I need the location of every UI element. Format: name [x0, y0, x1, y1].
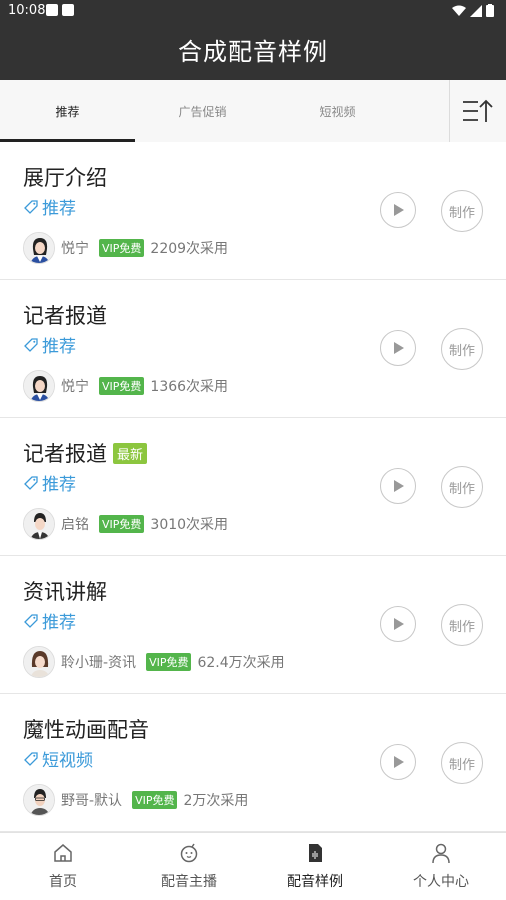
vip-badge: VIP免费: [99, 515, 145, 533]
item-meta: 悦宁 VIP免费 1366次采用: [23, 370, 228, 402]
item-title: 记者报道: [23, 304, 107, 328]
play-button[interactable]: [380, 330, 416, 366]
page-title: 合成配音样例: [178, 38, 328, 66]
play-icon: [394, 342, 404, 354]
tab-ad-promotion[interactable]: 广告促销: [135, 80, 270, 142]
tag-icon: [24, 613, 38, 628]
usage-count: 62.4万次采用: [197, 655, 285, 671]
nav-profile[interactable]: 个人中心: [378, 833, 504, 900]
nav-home[interactable]: 首页: [0, 833, 126, 900]
nav-profile-label: 个人中心: [413, 874, 469, 890]
category-tabs: 推荐 广告促销 短视频: [0, 80, 506, 142]
tag-icon: [24, 199, 38, 214]
item-title: 资讯讲解: [23, 580, 107, 604]
status-bar: 10:08: [0, 0, 506, 22]
item-meta: 野哥-默认 VIP免费 2万次采用: [23, 784, 248, 816]
usage-count: 3010次采用: [150, 517, 229, 533]
tab-recommend[interactable]: 推荐: [0, 80, 135, 142]
bottom-nav: 首页 配音主播 配音样例 个人中心: [0, 832, 506, 900]
make-button[interactable]: 制作: [441, 328, 483, 370]
item-title: 记者报道: [23, 442, 107, 466]
female-avatar: [23, 646, 55, 678]
nav-voice-anchors-label: 配音主播: [161, 874, 217, 890]
voice-name: 野哥-默认: [61, 793, 123, 809]
play-button[interactable]: [380, 606, 416, 642]
nav-home-label: 首页: [49, 874, 77, 890]
item-meta: 悦宁 VIP免费 2209次采用: [23, 232, 228, 264]
item-tag-label: 推荐: [42, 613, 76, 633]
item-title-row: 展厅介绍: [23, 162, 107, 192]
item-tag: 推荐: [23, 608, 76, 633]
item-title: 展厅介绍: [23, 166, 107, 190]
play-button[interactable]: [380, 468, 416, 504]
voice-name: 聆小珊-资讯: [61, 655, 137, 671]
make-button[interactable]: 制作: [441, 466, 483, 508]
item-title: 魔性动画配音: [23, 718, 149, 742]
tag-icon: [24, 751, 38, 766]
play-icon: [394, 756, 404, 768]
home-icon: [52, 841, 74, 865]
list-item[interactable]: 展厅介绍 推荐 悦宁 VIP免费 2209次采用 制作: [0, 142, 506, 280]
document-icon: [304, 841, 326, 865]
item-tag: 短视频: [23, 746, 93, 771]
wifi-icon: [452, 5, 466, 16]
play-icon: [394, 618, 404, 630]
list-item[interactable]: 记者报道 推荐 悦宁 VIP免费 1366次采用 制作: [0, 280, 506, 418]
top-bar: 10:08 合成配音样例: [0, 0, 506, 80]
item-tag-label: 短视频: [42, 751, 93, 771]
tag-icon: [24, 475, 38, 490]
nav-voice-samples[interactable]: 配音样例: [252, 833, 378, 900]
list-item[interactable]: 记者报道 最新 推荐 启铭 VIP免费 3010次采用 制作: [0, 418, 506, 556]
signal-icon: [470, 4, 482, 17]
nav-voice-anchors[interactable]: 配音主播: [126, 833, 252, 900]
play-icon: [394, 204, 404, 216]
voice-name: 悦宁: [61, 241, 89, 257]
item-tag: 推荐: [23, 470, 76, 495]
usage-count: 2209次采用: [150, 241, 229, 257]
robot-icon: [178, 841, 200, 865]
voice-name: 启铭: [61, 517, 89, 533]
tag-icon: [24, 337, 38, 352]
item-tag-label: 推荐: [42, 199, 76, 219]
vip-badge: VIP免费: [146, 653, 192, 671]
nav-voice-samples-label: 配音样例: [287, 874, 343, 890]
person-icon: [430, 841, 452, 865]
new-badge: 最新: [113, 442, 148, 464]
vip-badge: VIP免费: [132, 791, 178, 809]
sort-menu-button[interactable]: [449, 80, 506, 142]
item-title-row: 资讯讲解: [23, 576, 107, 606]
male-avatar: [23, 784, 55, 816]
item-title-row: 魔性动画配音: [23, 714, 149, 744]
item-title-row: 记者报道 最新: [23, 438, 148, 468]
item-tag-label: 推荐: [42, 475, 76, 495]
play-icon: [394, 480, 404, 492]
female-avatar: [23, 370, 55, 402]
vip-badge: VIP免费: [99, 377, 145, 395]
tab-short-video[interactable]: 短视频: [270, 80, 405, 142]
voice-name: 悦宁: [61, 379, 89, 395]
list-item[interactable]: 资讯讲解 推荐 聆小珊-资讯 VIP免费 62.4万次采用 制作: [0, 556, 506, 694]
make-button[interactable]: 制作: [441, 190, 483, 232]
item-title-row: 记者报道: [23, 300, 107, 330]
item-meta: 启铭 VIP免费 3010次采用: [23, 508, 228, 540]
vip-badge: VIP免费: [99, 239, 145, 257]
female-avatar: [23, 232, 55, 264]
status-time: 10:08: [8, 3, 46, 18]
item-meta: 聆小珊-资讯 VIP免费 62.4万次采用: [23, 646, 285, 678]
make-button[interactable]: 制作: [441, 604, 483, 646]
notification-icon: [62, 4, 74, 16]
battery-icon: [486, 4, 494, 17]
make-button[interactable]: 制作: [441, 742, 483, 784]
item-tag-label: 推荐: [42, 337, 76, 357]
usage-count: 2万次采用: [183, 793, 249, 809]
item-tag: 推荐: [23, 332, 76, 357]
usage-count: 1366次采用: [150, 379, 229, 395]
play-button[interactable]: [380, 192, 416, 228]
notification-icon: [46, 4, 58, 16]
sort-menu-icon: [463, 99, 493, 122]
male-avatar: [23, 508, 55, 540]
list-item[interactable]: 魔性动画配音 短视频 野哥-默认 VIP免费 2万次采用 制作: [0, 694, 506, 832]
play-button[interactable]: [380, 744, 416, 780]
item-tag: 推荐: [23, 194, 76, 219]
